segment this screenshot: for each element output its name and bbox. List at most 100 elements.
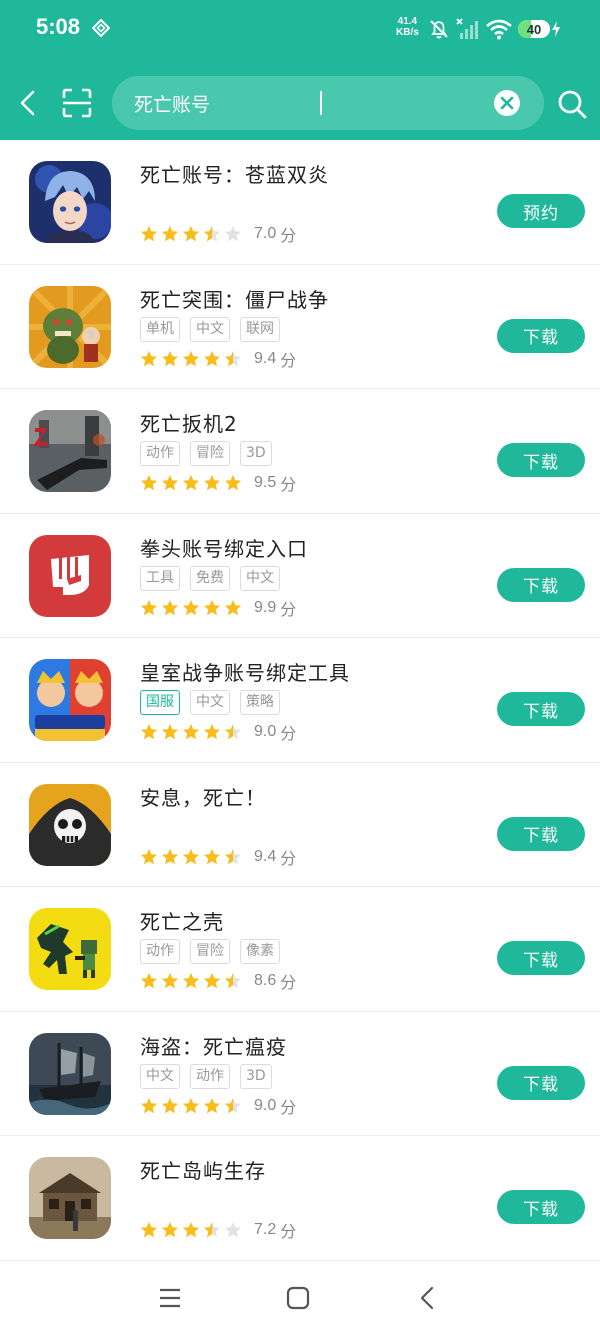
rating: 7.0 分	[140, 222, 296, 246]
tag: 工具	[140, 565, 180, 591]
app-name[interactable]: 死亡岛屿生存	[140, 1155, 266, 1184]
clash-royale-icon	[29, 659, 111, 741]
star-full-icon	[162, 1097, 178, 1113]
star-full-icon	[204, 599, 220, 615]
list-item[interactable]: 拳头账号绑定入口 工具 免费 中文 9.9 分 下载	[0, 514, 600, 638]
riot-fist-icon	[29, 534, 111, 617]
charging-bolt-icon	[552, 21, 560, 37]
star-half-icon	[225, 350, 241, 366]
reserve-button[interactable]: 预约	[497, 194, 585, 228]
star-half-icon	[225, 848, 241, 864]
search-input[interactable]	[134, 76, 494, 130]
star-full-icon	[141, 1097, 157, 1113]
download-button[interactable]: 下载	[497, 816, 585, 851]
back-icon[interactable]	[416, 1286, 440, 1310]
app-name[interactable]: 皇室战争账号绑定工具	[140, 657, 350, 686]
tag: 中文	[140, 1063, 180, 1089]
star-full-icon	[183, 724, 199, 740]
star-full-icon	[141, 848, 157, 864]
download-button[interactable]: 下载	[497, 318, 585, 353]
star-full-icon	[183, 973, 199, 989]
list-item[interactable]: 皇室战争账号绑定工具 国服 中文 策略 9.0 分 下载	[0, 638, 600, 763]
download-button[interactable]: 下载	[497, 443, 585, 477]
list-item[interactable]: 安息，死亡！ 9.4 分 下载	[0, 763, 600, 887]
star-empty-icon	[225, 226, 241, 242]
app-name[interactable]: 拳头账号绑定入口	[140, 533, 308, 562]
download-button[interactable]: 下载	[497, 1190, 585, 1224]
tag: 中文	[190, 690, 230, 715]
star-full-icon	[183, 848, 199, 864]
tag: 动作	[140, 441, 180, 466]
search-box[interactable]	[112, 76, 544, 130]
list-item[interactable]: 海盗：死亡瘟疫 中文 动作 3D 9.0 分 下载	[0, 1012, 600, 1136]
net-speed-value: 41.4	[397, 16, 418, 27]
download-button[interactable]: 下载	[497, 1065, 585, 1100]
star-rating	[140, 848, 242, 866]
chevron-left-icon	[20, 90, 35, 116]
list-item[interactable]: 死亡岛屿生存 7.2 分 下载	[0, 1136, 600, 1261]
back-button[interactable]	[12, 84, 44, 122]
download-button[interactable]: 下载	[497, 567, 585, 602]
scan-button[interactable]	[58, 84, 96, 122]
status-icons: 40	[428, 16, 562, 42]
star-full-icon	[225, 599, 241, 615]
rating: 9.4 分	[140, 845, 296, 869]
tag: 冒险	[190, 441, 230, 466]
star-full-icon	[225, 475, 241, 491]
cabin-survival-icon	[29, 1157, 111, 1239]
app-name[interactable]: 死亡之壳	[140, 906, 224, 935]
tag-list: 单机 中文 联网	[140, 316, 280, 342]
download-button[interactable]: 下载	[497, 941, 585, 975]
star-full-icon	[204, 848, 220, 864]
rating-score: 9.0	[254, 723, 277, 740]
star-full-icon	[204, 350, 220, 366]
list-item[interactable]: 死亡突围：僵尸战争 单机 中文 联网 9.4 分 下载	[0, 265, 600, 389]
star-full-icon	[162, 1222, 178, 1238]
clear-search-button[interactable]	[494, 90, 520, 116]
tag: 动作	[140, 939, 180, 964]
star-full-icon	[183, 1222, 199, 1238]
battery-level: 40	[526, 21, 542, 37]
rating: 9.0 分	[140, 720, 296, 744]
star-empty-icon	[225, 1222, 241, 1238]
close-icon	[500, 96, 514, 110]
rating-unit: 分	[280, 226, 297, 245]
network-speed: 41.4 KB/s	[396, 16, 419, 38]
star-rating	[140, 474, 242, 492]
star-full-icon	[204, 973, 220, 989]
rating-unit: 分	[280, 724, 297, 743]
app-name[interactable]: 死亡扳机2	[140, 408, 238, 437]
status-time: 5:08	[36, 14, 81, 39]
tag: 像素	[240, 939, 280, 964]
rating-score: 9.0	[254, 1096, 277, 1114]
star-full-icon	[162, 226, 178, 242]
app-name[interactable]: 海盗：死亡瘟疫	[140, 1031, 287, 1060]
shooter-icon	[29, 410, 111, 492]
list-item[interactable]: 死亡扳机2 动作 冒险 3D 9.5 分 下载	[0, 389, 600, 514]
app-name[interactable]: 死亡账号：苍蓝双炎	[140, 159, 329, 188]
star-rating	[140, 599, 242, 617]
star-full-icon	[141, 350, 157, 366]
pirate-ship-icon	[29, 1032, 111, 1115]
home-icon[interactable]	[286, 1286, 310, 1310]
tag: 中文	[240, 565, 280, 591]
search-icon[interactable]	[556, 88, 588, 120]
rating-unit: 分	[280, 1222, 297, 1241]
rating-unit: 分	[280, 350, 297, 370]
rating-unit: 分	[280, 848, 297, 868]
tag-highlighted: 国服	[140, 690, 180, 715]
menu-icon[interactable]	[158, 1286, 182, 1310]
list-item[interactable]: 死亡之壳 动作 冒险 像素 8.6 分 下载	[0, 887, 600, 1012]
tag-list: 动作 冒险 像素	[140, 939, 280, 964]
list-item[interactable]: 死亡账号：苍蓝双炎 7.0 分 预约	[0, 140, 600, 265]
download-button[interactable]: 下载	[497, 692, 585, 726]
app-name[interactable]: 死亡突围：僵尸战争	[140, 284, 329, 313]
star-half-icon	[225, 724, 241, 740]
system-nav-bar	[0, 1262, 600, 1333]
star-rating	[140, 1097, 242, 1115]
anime-hero-icon	[29, 161, 111, 243]
rating-score: 9.5	[254, 474, 277, 491]
app-name[interactable]: 安息，死亡！	[140, 782, 266, 811]
star-rating	[140, 225, 242, 243]
star-full-icon	[204, 475, 220, 491]
